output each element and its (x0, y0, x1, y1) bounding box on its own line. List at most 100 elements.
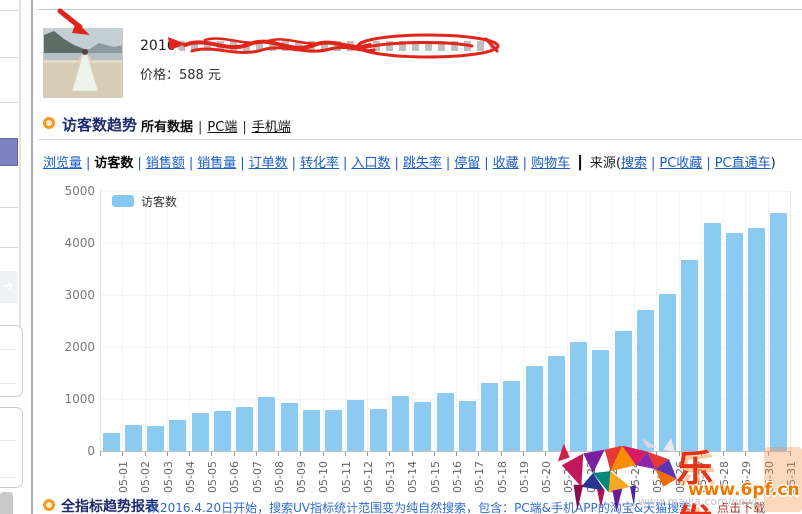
bar-05-08[interactable] (258, 397, 276, 451)
tab-metric-3[interactable]: 销售额 (146, 156, 185, 171)
bar-05-12[interactable] (347, 400, 365, 451)
tab-separator: | (240, 156, 245, 171)
gridline-h (100, 243, 790, 244)
bar-05-10[interactable] (302, 410, 320, 451)
tab-metric-4[interactable]: 销售量 (197, 156, 236, 171)
gridline-v (389, 190, 391, 451)
x-axis-tick (166, 452, 168, 456)
x-axis-tick (367, 452, 369, 456)
x-axis-tick (211, 452, 213, 456)
bar-05-29[interactable] (725, 233, 743, 451)
arrow-right-icon: ➔ (2, 278, 14, 294)
bar-05-13[interactable] (369, 409, 387, 451)
bar-05-01[interactable] (102, 433, 120, 451)
gridline-v (478, 190, 480, 451)
bar-05-03[interactable] (147, 426, 165, 451)
bar-05-06[interactable] (213, 411, 231, 451)
card-divider (0, 477, 16, 478)
x-axis-label: 05-11 (339, 461, 353, 493)
tab-separator: | (291, 156, 297, 171)
bar-05-25[interactable] (636, 310, 654, 451)
gridline-v (300, 190, 302, 451)
x-axis-tick (545, 452, 547, 456)
bar-05-28[interactable] (703, 223, 721, 451)
bar-05-15[interactable] (414, 402, 432, 451)
scope-filter-3[interactable]: 手机端 (252, 120, 291, 135)
bar-05-16[interactable] (436, 393, 454, 451)
tab-metric-11[interactable]: 购物车 (531, 156, 570, 171)
gridline-v (522, 190, 524, 451)
product-thumbnail[interactable] (43, 28, 123, 98)
gridline-v (545, 190, 547, 451)
plot-right-border (790, 190, 791, 451)
legend-label: 访客数 (141, 195, 178, 209)
x-axis-tick (278, 452, 280, 456)
gridline-v (589, 190, 591, 451)
tab-metric-8[interactable]: 跳失率 (403, 156, 442, 171)
bar-05-19[interactable] (503, 381, 521, 451)
download-link[interactable]: 点击下载 (717, 501, 765, 514)
bar-05-26[interactable] (659, 294, 677, 451)
x-axis-tick (634, 452, 636, 456)
bar-05-20[interactable] (525, 366, 543, 451)
watermark-url: www.6pf.cn (688, 480, 800, 500)
gridline-v (144, 190, 146, 451)
tab-metric-5[interactable]: 订单数 (249, 156, 288, 171)
x-axis-line (100, 451, 791, 452)
bar-05-17[interactable] (458, 401, 476, 451)
sidebar-divider (0, 57, 18, 58)
tab-separator: | (394, 156, 399, 171)
gridline-v (411, 190, 413, 451)
x-axis-tick (567, 452, 569, 456)
tab-source-1[interactable]: 搜索 (621, 156, 647, 171)
bar-05-09[interactable] (280, 403, 298, 451)
sidebar-divider (0, 10, 18, 11)
tab-separator: | (522, 156, 528, 171)
sidebar-arrow-row[interactable]: ➔ (0, 271, 17, 303)
section-bullet-icon (43, 499, 55, 511)
filter-separator: | (198, 120, 203, 135)
page: ➔ 2016 价格：588 元 访客数趋势 所有数据 | PC端 | 手机端 浏… (0, 0, 802, 514)
tab-source-2[interactable]: PC收藏 (659, 156, 702, 171)
y-axis-label: 3000 (64, 288, 95, 302)
bar-05-23[interactable] (592, 350, 610, 451)
bar-05-21[interactable] (547, 356, 565, 451)
x-axis-label: 05-20 (540, 461, 554, 493)
bar-05-11[interactable] (325, 410, 343, 451)
bar-05-07[interactable] (236, 407, 254, 451)
sidebar-selected-item[interactable] (0, 138, 18, 166)
y-axis-label: 0 (87, 444, 95, 458)
tab-metric-9[interactable]: 停留 (454, 156, 480, 171)
x-axis-label: 05-30 (762, 461, 776, 493)
bar-05-24[interactable] (614, 331, 632, 451)
x-axis-tick (790, 452, 791, 456)
gridline-v (367, 190, 369, 451)
bar-05-04[interactable] (169, 420, 187, 451)
tab-metric-6[interactable]: 转化率 (300, 156, 339, 171)
bar-05-05[interactable] (191, 413, 209, 451)
bar-05-31[interactable] (770, 213, 788, 451)
tab-metric-10[interactable]: 收藏 (493, 156, 519, 171)
x-axis-label: 05-13 (384, 461, 398, 493)
bar-05-14[interactable] (391, 396, 409, 451)
bar-05-30[interactable] (748, 228, 766, 451)
tab-metric-7[interactable]: 入口数 (351, 156, 390, 171)
content-top-border (38, 9, 802, 10)
tab-metric-1[interactable]: 浏览量 (43, 156, 82, 171)
product-title[interactable]: 2016 (140, 38, 176, 54)
tab-separator: | (445, 156, 451, 171)
x-axis-tick (700, 452, 702, 456)
tab-separator: | (188, 156, 194, 171)
bar-05-27[interactable] (681, 260, 699, 451)
scope-filter-2[interactable]: PC端 (207, 120, 237, 135)
bar-05-22[interactable] (570, 342, 588, 451)
scope-filter-1[interactable]: 所有数据 (141, 120, 193, 135)
bar-05-02[interactable] (124, 425, 142, 451)
x-axis-tick (656, 452, 658, 456)
tab-source-3[interactable]: PC直通车 (715, 156, 771, 171)
sidebar-divider-vertical (19, 0, 21, 330)
sidebar-button-fragment[interactable] (0, 492, 13, 514)
content-left-border (31, 0, 33, 514)
tab-metric-2[interactable]: 访客数 (94, 156, 133, 171)
bar-05-18[interactable] (481, 383, 499, 451)
